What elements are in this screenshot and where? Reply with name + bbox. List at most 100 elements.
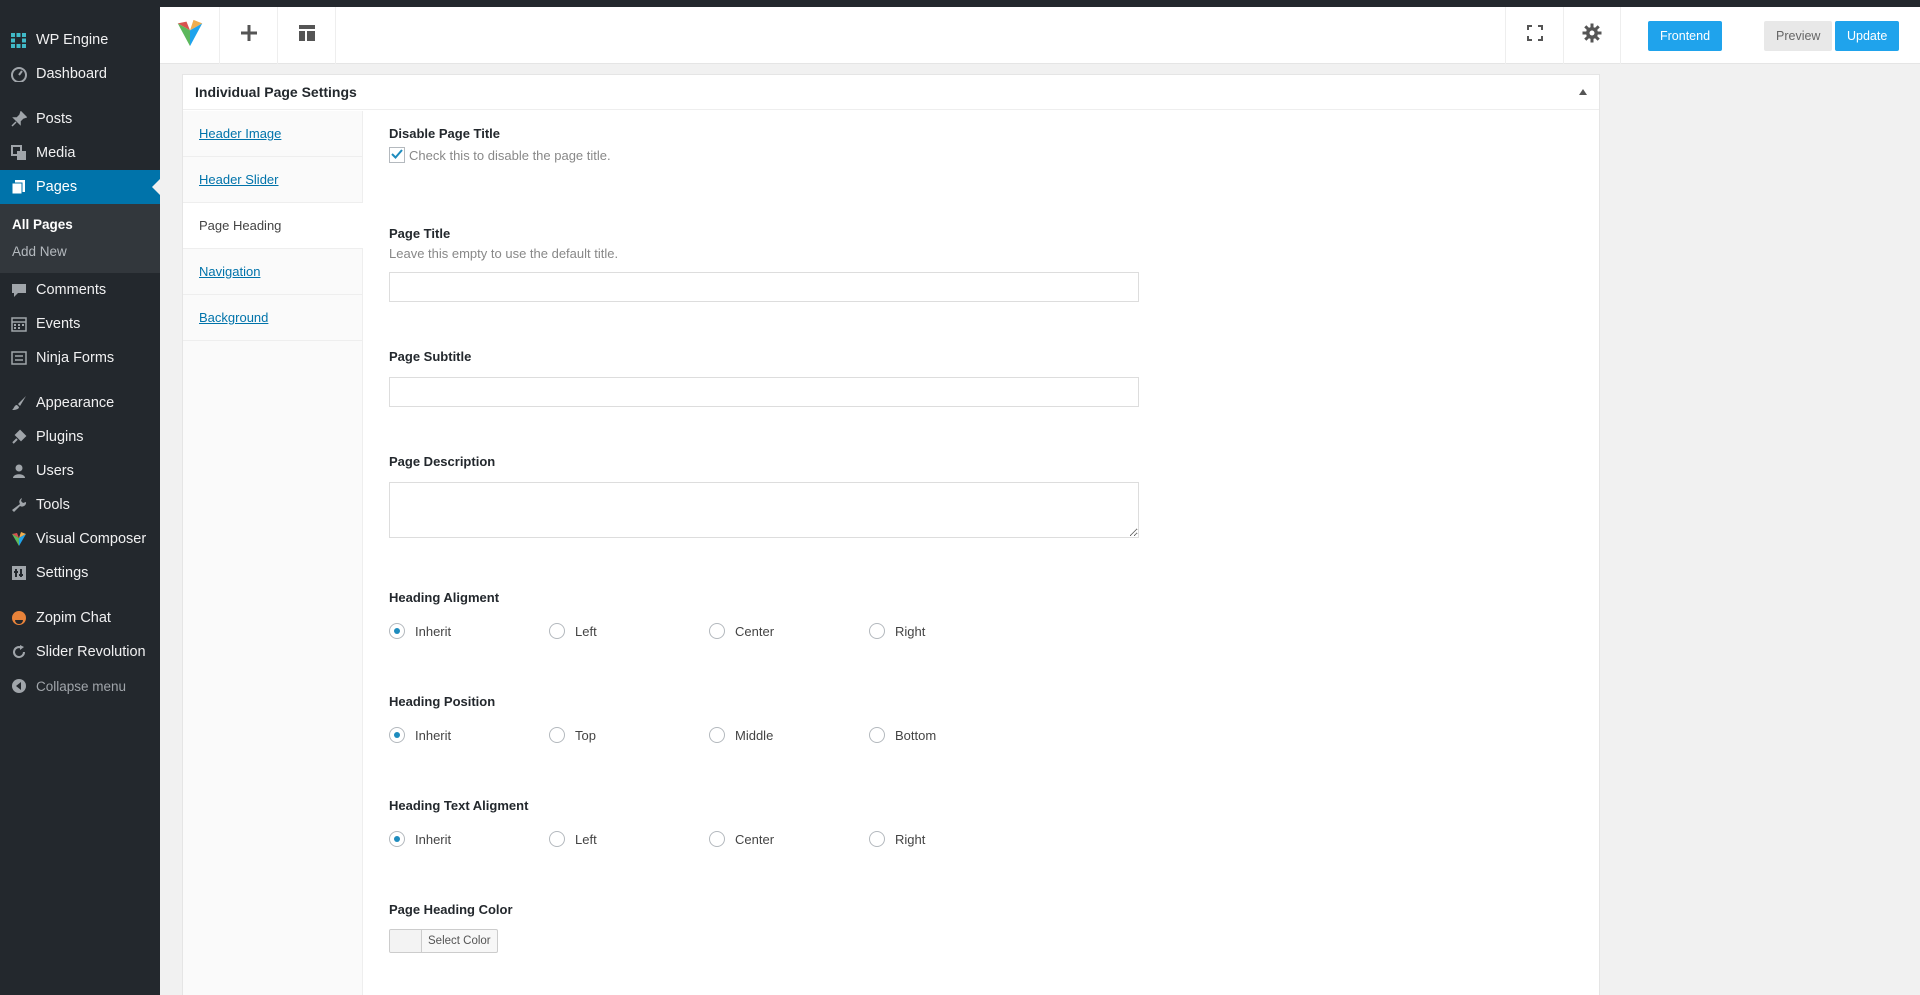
heading-alignment-left[interactable]: Left	[549, 623, 597, 639]
sidebar-item-label: Settings	[36, 565, 89, 581]
sidebar-item-dashboard[interactable]: Dashboard	[0, 57, 160, 91]
sidebar-item-label: Appearance	[36, 395, 115, 411]
pages-submenu: All Pages Add New	[0, 204, 160, 273]
admin-bar	[0, 0, 1920, 7]
sidebar-item-tools[interactable]: Tools	[0, 488, 160, 522]
tab-header-slider[interactable]: Header Slider	[183, 157, 362, 203]
tab-page-heading[interactable]: Page Heading	[183, 203, 363, 249]
comment-icon	[10, 282, 27, 299]
collapse-arrow-icon[interactable]	[1579, 89, 1587, 95]
heading-text-alignment-options: Inherit Left Center Right	[389, 831, 1089, 851]
sidebar-item-label: Plugins	[36, 429, 84, 445]
heading-position-top[interactable]: Top	[549, 727, 596, 743]
page-subtitle-label: Page Subtitle	[389, 349, 472, 364]
composer-toolbar: Frontend Preview Update	[160, 7, 1920, 64]
tab-navigation[interactable]: Navigation	[183, 249, 362, 295]
heading-alignment-inherit[interactable]: Inherit	[389, 623, 451, 639]
heading-text-alignment-inherit[interactable]: Inherit	[389, 831, 451, 847]
refresh-icon	[10, 644, 27, 661]
page-description-textarea[interactable]	[389, 482, 1139, 538]
heading-position-options: Inherit Top Middle Bottom	[389, 727, 1089, 747]
sidebar-item-visual-composer[interactable]: Visual Composer	[0, 522, 160, 556]
fullscreen-icon	[1526, 25, 1543, 46]
pin-icon	[10, 111, 27, 128]
media-icon	[10, 145, 27, 162]
sidebar-item-label: Visual Composer	[36, 531, 147, 547]
page-title-label: Page Title	[389, 226, 451, 241]
disable-title-text: Check this to disable the page title.	[409, 147, 611, 163]
sidebar-item-plugins[interactable]: Plugins	[0, 420, 160, 454]
tab-header-image[interactable]: Header Image	[183, 111, 362, 157]
pages-icon	[10, 179, 27, 196]
composer-logo[interactable]	[160, 7, 220, 64]
sidebar-item-label: Dashboard	[36, 66, 107, 82]
disable-title-label: Disable Page Title	[389, 126, 501, 141]
update-button[interactable]: Update	[1835, 21, 1900, 51]
sidebar-item-label: Zopim Chat	[36, 610, 111, 626]
sidebar-item-comments[interactable]: Comments	[0, 273, 160, 307]
frontend-button[interactable]: Frontend	[1648, 21, 1723, 51]
layout-icon	[298, 24, 316, 47]
sidebar-item-posts[interactable]: Posts	[0, 102, 160, 136]
sidebar-item-label: Tools	[36, 497, 70, 513]
sidebar-item-zopim-chat[interactable]: Zopim Chat	[0, 601, 160, 635]
visual-composer-logo-icon	[176, 18, 204, 53]
heading-alignment-right[interactable]: Right	[869, 623, 925, 639]
heading-alignment-options: Inherit Left Center Right	[389, 623, 1089, 643]
forms-icon	[10, 350, 27, 367]
page-settings-button[interactable]	[1563, 7, 1621, 64]
sidebar-item-ninja-forms[interactable]: Ninja Forms	[0, 341, 160, 375]
add-element-button[interactable]	[220, 7, 278, 64]
sidebar-item-label: Events	[36, 316, 81, 332]
wrench-icon	[10, 497, 27, 514]
settings-tabs: Header Image Header Slider Page Heading …	[183, 111, 363, 995]
heading-alignment-center[interactable]: Center	[709, 623, 774, 639]
tab-background[interactable]: Background	[183, 295, 362, 341]
sidebar-item-users[interactable]: Users	[0, 454, 160, 488]
heading-text-alignment-label: Heading Text Aligment	[389, 798, 529, 813]
submenu-all-pages[interactable]: All Pages	[0, 211, 160, 238]
wp-engine-icon	[10, 32, 27, 49]
submenu-add-new[interactable]: Add New	[0, 238, 160, 265]
heading-alignment-label: Heading Aligment	[389, 590, 500, 605]
color-swatch	[390, 930, 422, 952]
select-color-button[interactable]: Select Color	[389, 929, 498, 953]
page-subtitle-input[interactable]	[389, 377, 1139, 407]
page-description-label: Page Description	[389, 454, 496, 469]
heading-color-label: Page Heading Color	[389, 902, 513, 917]
sidebar-item-settings[interactable]: Settings	[0, 556, 160, 590]
sidebar-item-label: Ninja Forms	[36, 350, 115, 366]
plug-icon	[10, 429, 27, 446]
collapse-icon	[10, 678, 27, 695]
sidebar-item-wp-engine[interactable]: WP Engine	[0, 23, 160, 57]
sidebar-item-media[interactable]: Media	[0, 136, 160, 170]
heading-text-alignment-right[interactable]: Right	[869, 831, 925, 847]
sidebar-item-slider-revolution[interactable]: Slider Revolution	[0, 635, 160, 669]
heading-position-middle[interactable]: Middle	[709, 727, 773, 743]
select-color-label: Select Color	[428, 935, 491, 947]
page-title-input[interactable]	[389, 272, 1139, 302]
panel-header[interactable]: Individual Page Settings	[183, 75, 1599, 110]
heading-text-alignment-center[interactable]: Center	[709, 831, 774, 847]
calendar-icon	[10, 316, 27, 333]
sidebar-item-label: Posts	[36, 111, 73, 127]
panel-title: Individual Page Settings	[195, 84, 357, 100]
sidebar-item-pages[interactable]: Pages	[0, 170, 160, 204]
sidebar-item-events[interactable]: Events	[0, 307, 160, 341]
sidebar-item-label: Users	[36, 463, 74, 479]
heading-position-bottom[interactable]: Bottom	[869, 727, 936, 743]
brush-icon	[10, 395, 27, 412]
templates-button[interactable]	[278, 7, 336, 64]
disable-title-checkbox[interactable]	[389, 147, 405, 163]
plus-icon	[240, 24, 258, 47]
page-title-description: Leave this empty to use the default titl…	[389, 246, 619, 261]
page-settings-panel: Individual Page Settings Header Image He…	[182, 74, 1600, 995]
sidebar-item-appearance[interactable]: Appearance	[0, 386, 160, 420]
admin-sidebar: WP Engine Dashboard Posts Media Pages Al…	[0, 0, 160, 995]
heading-position-inherit[interactable]: Inherit	[389, 727, 451, 743]
preview-button[interactable]: Preview	[1764, 21, 1833, 51]
fullscreen-button[interactable]	[1505, 7, 1563, 64]
collapse-menu-button[interactable]: Collapse menu	[0, 669, 160, 703]
visual-composer-icon	[10, 531, 27, 548]
heading-text-alignment-left[interactable]: Left	[549, 831, 597, 847]
